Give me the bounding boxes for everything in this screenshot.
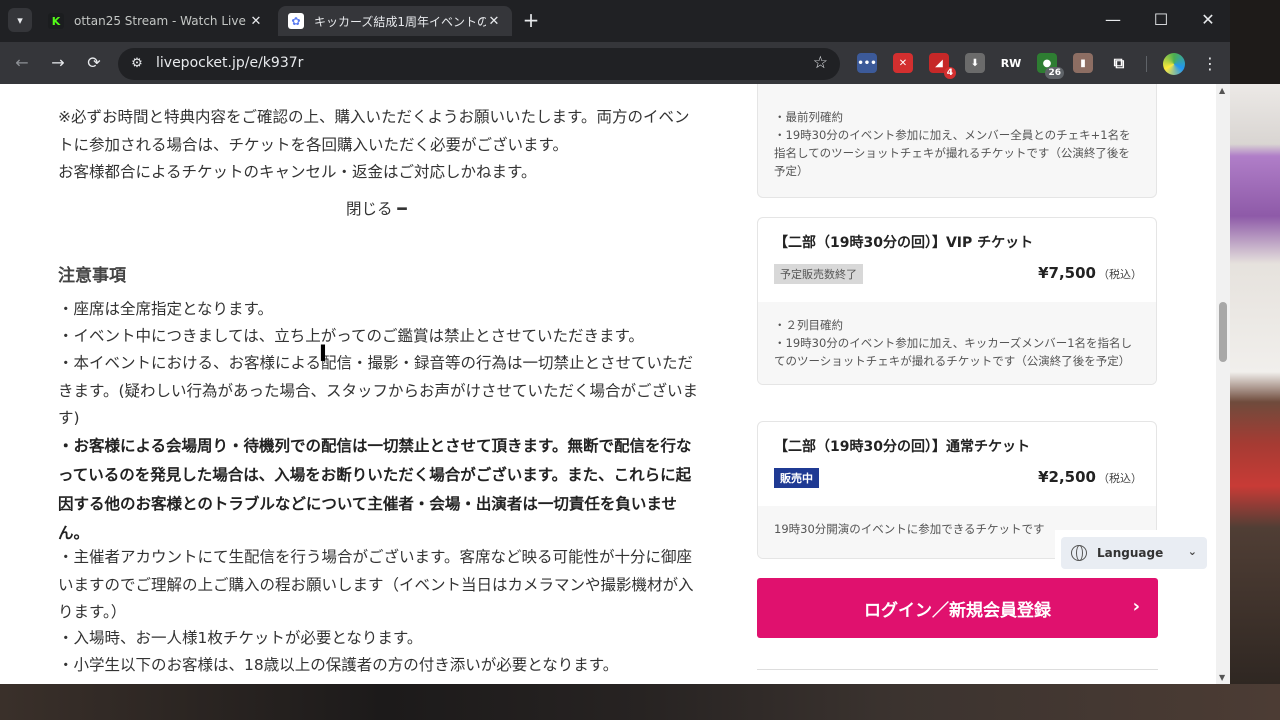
status-badge: 予定販売数終了 [774, 264, 863, 284]
browser-toolbar: ← → ⟳ ⚙ livepocket.jp/e/k937r ☆ ••• ✕ ◢ … [0, 42, 1230, 84]
puzzle-extension-icon[interactable]: ⧉ [1109, 53, 1129, 73]
notice-item: ・主催者アカウントにて生配信を行う場合がございます。客席など映る可能性が十分に御… [58, 548, 694, 621]
forward-button[interactable]: → [46, 51, 70, 75]
notice-item: ・入場時、お一人様1枚チケットが必要となります。 [58, 629, 423, 647]
webcam-background-right [1230, 84, 1280, 684]
reload-button[interactable]: ⟳ [82, 51, 106, 75]
notice-item: ・イベント中につきましては、立ち上がってのご鑑賞は禁止とさせていただきます。 [58, 327, 644, 345]
notice-item: ・座席は全席指定となります。 [58, 300, 273, 318]
ticket-card-vip[interactable]: 【二部（19時30分の回）】VIP チケット 予定販売数終了 ¥7,500 （税込… [757, 217, 1157, 385]
tab-close-icon[interactable]: ✕ [248, 14, 264, 29]
login-button-label: ログイン／新規会員登録 [864, 600, 1051, 621]
tab-search-button[interactable]: ▾ [8, 8, 32, 32]
close-window-button[interactable]: ✕ [1193, 8, 1223, 32]
page-viewport: ※必ずお時間と特典内容をご確認の上、購入いただくようお願いいたします。両方のイベ… [0, 84, 1216, 684]
chevron-right-icon: › [1132, 596, 1140, 617]
section-divider [757, 669, 1158, 670]
minimize-button[interactable]: — [1098, 8, 1128, 32]
ticket-name: 【二部（19時30分の回）】VIP チケット [774, 235, 1034, 251]
green-extension-icon[interactable]: ● 26 [1037, 53, 1064, 79]
chevron-down-icon: ⌄ [1187, 545, 1197, 558]
pdf-extension-icon[interactable]: ✕ [893, 53, 913, 73]
language-selector[interactable]: Language ⌄ [1055, 530, 1215, 576]
maximize-button[interactable]: ☐ [1146, 8, 1176, 32]
profile-avatar[interactable] [1163, 53, 1185, 75]
browser-tab-bar: ▾ K ottan25 Stream - Watch Live on Kick … [0, 0, 1230, 42]
ticket-price: ¥2,500 （税込） [1038, 468, 1142, 486]
ticket-description-partial: ・最前列確約 ・19時30分のイベント参加に加え、メンバー全員とのチェキ+1名を… [757, 84, 1157, 198]
extension-badge: 26 [1045, 67, 1064, 79]
notice-item: ・本イベントにおける、お客様による配信・撮影・録音等の行為は一切禁止とさせていた… [58, 354, 699, 427]
back-button[interactable]: ← [10, 51, 34, 75]
notice-heading: 注意事項 [58, 266, 126, 286]
ticket-description: ・２列目確約 ・19時30分のイベント参加に加え、キッカーズメンバー1名を指名し… [758, 302, 1156, 384]
notice-item-bold: ・お客様による会場周り・待機列での配信は一切禁止とさせて頂きます。無断で配信を行… [58, 437, 692, 542]
new-tab-button[interactable]: + [520, 8, 542, 32]
kick-icon: K [48, 13, 64, 29]
status-badge: 販売中 [774, 468, 819, 488]
livepocket-icon: ✿ [288, 13, 304, 29]
ticket-price: ¥7,500 （税込） [1038, 264, 1142, 282]
language-label: Language [1097, 546, 1164, 560]
dots-extension-icon[interactable]: ••• [857, 53, 877, 73]
scrollbar-thumb[interactable] [1219, 302, 1227, 362]
rw-extension-icon[interactable]: RW [1001, 53, 1021, 73]
collapse-toggle[interactable]: 閉じる ━ [346, 197, 407, 219]
page-scrollbar[interactable]: ▲ ▼ [1216, 84, 1230, 684]
bottle-extension-icon[interactable]: ▮ [1073, 53, 1093, 73]
globe-icon [1071, 545, 1087, 561]
extension-badge: 4 [943, 67, 956, 79]
webcam-background-bottom [0, 684, 1280, 720]
tab-livepocket[interactable]: ✿ キッカーズ結成1周年イベントのチケット ✕ [278, 6, 512, 36]
tab-title: キッカーズ結成1周年イベントのチケット [314, 14, 486, 29]
url-text[interactable]: livepocket.jp/e/k937r [156, 55, 303, 71]
scroll-down-icon[interactable]: ▼ [1219, 673, 1225, 682]
browser-menu-icon[interactable]: ⋮ [1200, 52, 1220, 76]
red-extension-icon[interactable]: ◢ 4 [929, 53, 956, 79]
tab-kick-stream[interactable]: K ottan25 Stream - Watch Live on Kick ✕ [38, 6, 274, 36]
toolbar-divider [1146, 56, 1147, 72]
refund-note: お客様都合によるチケットのキャンセル・返金はご対応しかねます。 [58, 163, 537, 181]
bookmark-star-icon[interactable]: ☆ [813, 53, 828, 73]
tab-title: ottan25 Stream - Watch Live on Kick [74, 14, 248, 28]
login-register-button[interactable]: ログイン／新規会員登録 › [757, 578, 1158, 638]
scroll-up-icon[interactable]: ▲ [1219, 86, 1225, 95]
ticket-name: 【二部（19時30分の回）】通常チケット [774, 439, 1030, 455]
download-extension-icon[interactable]: ⬇ [965, 53, 985, 73]
notice-item: ・小学生以下のお客様は、18歳以上の保護者の方の付き添いが必要となります。 [58, 656, 619, 674]
tab-close-icon[interactable]: ✕ [486, 14, 502, 29]
site-info-icon[interactable]: ⚙ [128, 55, 146, 73]
text-cursor-icon: I [318, 342, 328, 367]
intro-paragraph: ※必ずお時間と特典内容をご確認の上、購入いただくようお願いいたします。両方のイベ… [58, 108, 690, 154]
address-bar[interactable]: ⚙ livepocket.jp/e/k937r ☆ [118, 48, 840, 80]
